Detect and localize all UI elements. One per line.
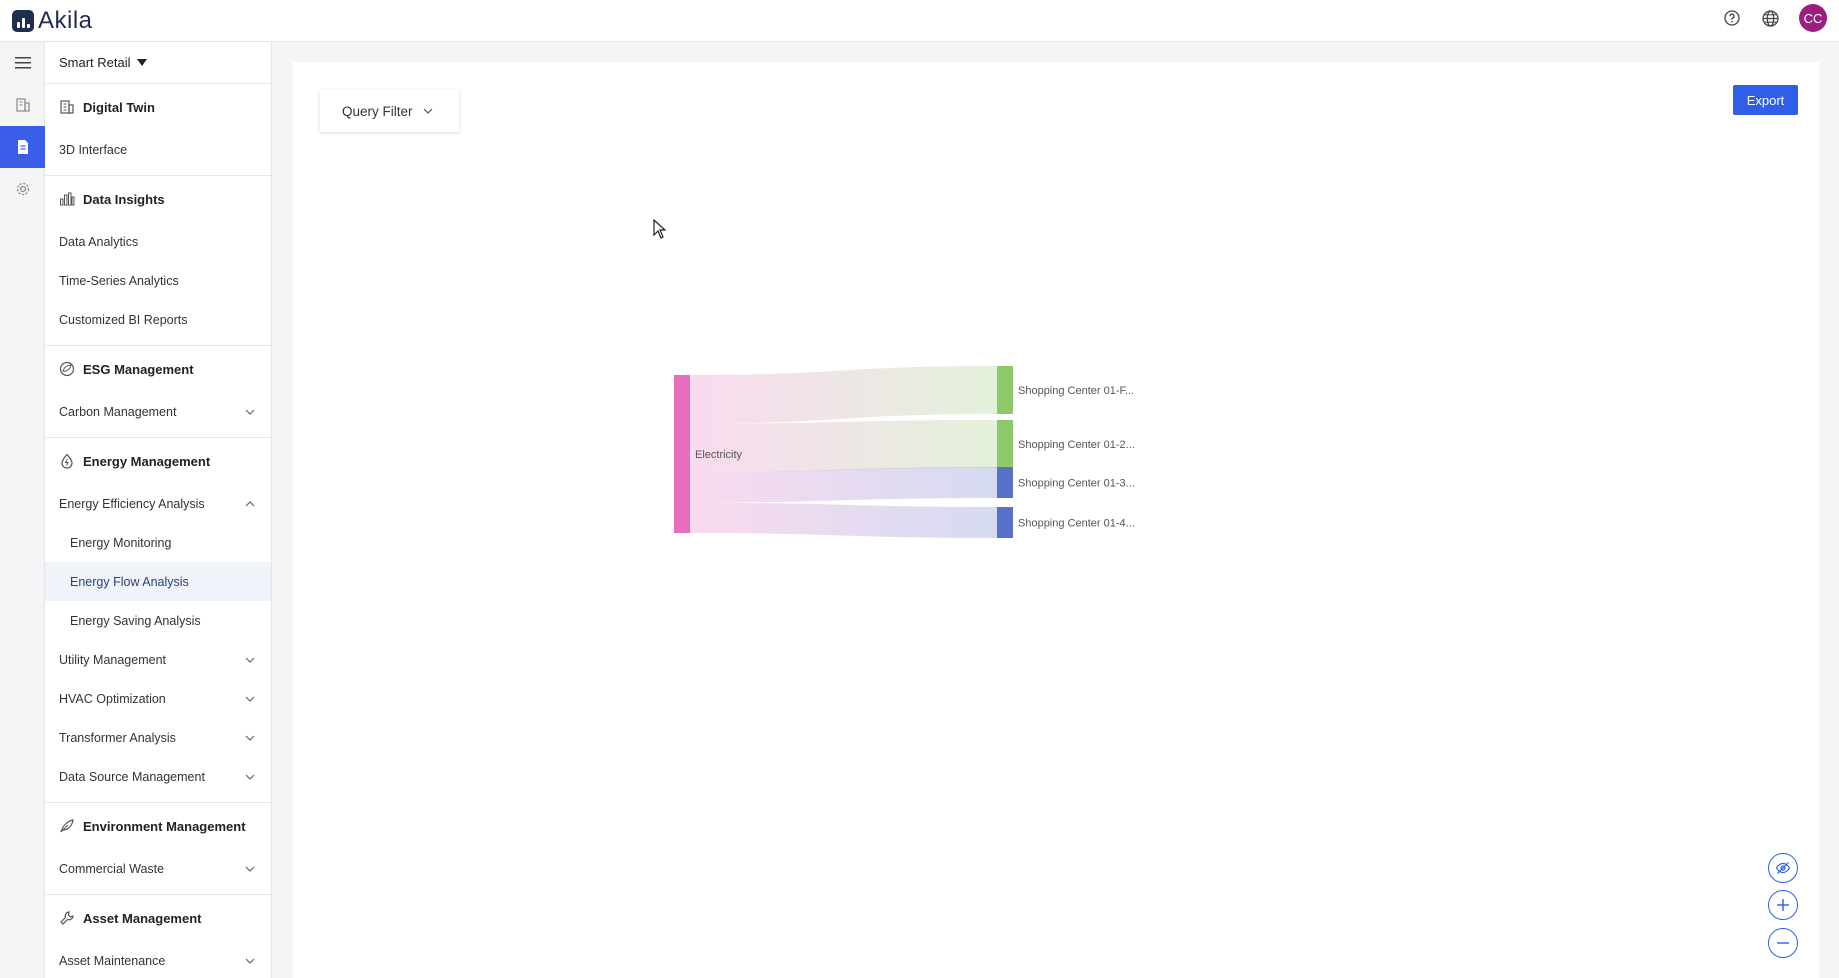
sidebar: Smart Retail Digital Twin 3D Interface D… xyxy=(45,42,272,978)
sidebar-item-asset-maintenance[interactable]: Asset Maintenance xyxy=(45,941,271,978)
section-header-asset-management[interactable]: Asset Management xyxy=(45,895,271,941)
sankey-node-label: Shopping Center 01-3... xyxy=(1018,478,1135,490)
sankey-link[interactable] xyxy=(690,366,997,424)
chevron-down-icon xyxy=(423,108,432,114)
sidebar-item-data-analytics[interactable]: Data Analytics xyxy=(45,222,271,261)
logo-icon xyxy=(12,9,34,32)
toggle-visibility-button[interactable] xyxy=(1768,853,1798,883)
section-title: Environment Management xyxy=(83,818,246,834)
sankey-node[interactable] xyxy=(997,420,1013,468)
chevron-down-icon xyxy=(243,862,257,876)
sankey-node-label: Shopping Center 01-2... xyxy=(1018,439,1135,451)
gear-icon xyxy=(16,182,29,196)
icon-rail xyxy=(0,42,45,978)
section-header-energy-management[interactable]: Energy Management xyxy=(45,438,271,484)
main-panel: Shopping Center 01-F... Shopping Center 0… xyxy=(293,62,1819,978)
section-title: ESG Management xyxy=(83,361,194,377)
chevron-down-icon xyxy=(243,653,257,667)
help-icon[interactable] xyxy=(1723,9,1741,27)
sankey-link[interactable] xyxy=(690,420,997,473)
chevron-down-icon xyxy=(243,692,257,706)
drop-icon xyxy=(61,453,73,469)
leaf-icon xyxy=(60,819,74,833)
section-header-esg-management[interactable]: ESG Management xyxy=(45,346,271,392)
sankey-node[interactable] xyxy=(674,375,690,533)
zoom-out-button[interactable] xyxy=(1768,928,1798,958)
section-title: Digital Twin xyxy=(83,99,155,115)
plus-icon xyxy=(1777,899,1789,911)
sankey-link[interactable] xyxy=(690,502,997,538)
query-filter-dropdown[interactable]: Query Filter xyxy=(320,90,459,132)
section-header-digital-twin[interactable]: Digital Twin xyxy=(45,84,271,130)
buildings-icon xyxy=(15,98,30,112)
document-icon xyxy=(17,140,28,154)
sidebar-item-energy-efficiency-analysis[interactable]: Energy Efficiency Analysis xyxy=(45,484,271,523)
chevron-up-icon xyxy=(243,497,257,511)
section-header-data-insights[interactable]: Data Insights xyxy=(45,176,271,222)
sidebar-item-3d-interface[interactable]: 3D Interface xyxy=(45,130,271,169)
project-name: Smart Retail xyxy=(59,55,131,70)
section-header-environment-management[interactable]: Environment Management xyxy=(45,803,271,849)
energy-flow-sankey-chart: Shopping Center 01-F... Shopping Center 0… xyxy=(674,366,1135,538)
mouse-cursor-icon xyxy=(653,219,667,239)
app-logo[interactable]: Akila xyxy=(12,7,93,35)
menu-toggle-button[interactable] xyxy=(0,42,45,84)
rail-reports-button[interactable] xyxy=(0,126,45,168)
eye-off-icon xyxy=(1775,862,1791,874)
zoom-in-button[interactable] xyxy=(1768,890,1798,920)
export-button[interactable]: Export xyxy=(1733,85,1798,115)
globe-leaf-icon xyxy=(59,361,75,377)
chevron-down-icon xyxy=(243,405,257,419)
sankey-node[interactable] xyxy=(997,366,1013,414)
sidebar-item-commercial-waste[interactable]: Commercial Waste xyxy=(45,849,271,888)
sidebar-item-hvac-optimization[interactable]: HVAC Optimization xyxy=(45,679,271,718)
chevron-down-icon xyxy=(243,731,257,745)
bar-chart-icon xyxy=(60,192,75,206)
chevron-down-icon xyxy=(243,954,257,968)
rail-settings-button[interactable] xyxy=(0,168,45,210)
sankey-node[interactable] xyxy=(997,507,1013,538)
sidebar-item-utility-management[interactable]: Utility Management xyxy=(45,640,271,679)
sankey-node[interactable] xyxy=(997,467,1013,498)
section-title: Energy Management xyxy=(83,453,211,469)
sankey-link[interactable] xyxy=(690,467,997,503)
caret-down-icon xyxy=(136,59,147,66)
section-title: Asset Management xyxy=(83,910,202,926)
sidebar-item-energy-saving-analysis[interactable]: Energy Saving Analysis xyxy=(45,601,271,640)
sankey-node-label: Shopping Center 01-4... xyxy=(1018,518,1135,530)
minus-icon xyxy=(1777,942,1789,944)
section-asset-management: Asset Management Asset Maintenance xyxy=(45,895,271,978)
section-title: Data Insights xyxy=(83,191,165,207)
sidebar-item-energy-flow-analysis[interactable]: Energy Flow Analysis xyxy=(45,562,271,601)
sankey-node-label: Shopping Center 01-F... xyxy=(1018,385,1134,397)
building-icon xyxy=(60,100,74,114)
wrench-icon xyxy=(60,911,74,925)
sidebar-item-transformer-analysis[interactable]: Transformer Analysis xyxy=(45,718,271,757)
language-globe-icon[interactable] xyxy=(1761,9,1779,27)
project-selector[interactable]: Smart Retail xyxy=(45,42,271,84)
section-energy-management: Energy Management Energy Efficiency Anal… xyxy=(45,438,271,803)
sidebar-item-carbon-management[interactable]: Carbon Management xyxy=(45,392,271,431)
section-digital-twin: Digital Twin 3D Interface xyxy=(45,84,271,176)
rail-buildings-button[interactable] xyxy=(0,84,45,126)
section-environment-management: Environment Management Commercial Waste xyxy=(45,803,271,895)
chevron-down-icon xyxy=(243,770,257,784)
user-avatar[interactable]: CC xyxy=(1799,4,1827,32)
sidebar-item-data-source-management[interactable]: Data Source Management xyxy=(45,757,271,796)
query-filter-label: Query Filter xyxy=(342,103,413,119)
sidebar-item-customized-bi-reports[interactable]: Customized BI Reports xyxy=(45,300,271,339)
section-esg-management: ESG Management Carbon Management xyxy=(45,346,271,438)
section-data-insights: Data Insights Data Analytics Time-Series… xyxy=(45,176,271,346)
sidebar-item-time-series-analytics[interactable]: Time-Series Analytics xyxy=(45,261,271,300)
app-name: Akila xyxy=(38,6,93,34)
top-bar: Akila CC xyxy=(0,0,1839,42)
hamburger-icon xyxy=(14,57,31,69)
sidebar-item-energy-monitoring[interactable]: Energy Monitoring xyxy=(45,523,271,562)
sankey-node-label: Electricity xyxy=(695,449,743,461)
